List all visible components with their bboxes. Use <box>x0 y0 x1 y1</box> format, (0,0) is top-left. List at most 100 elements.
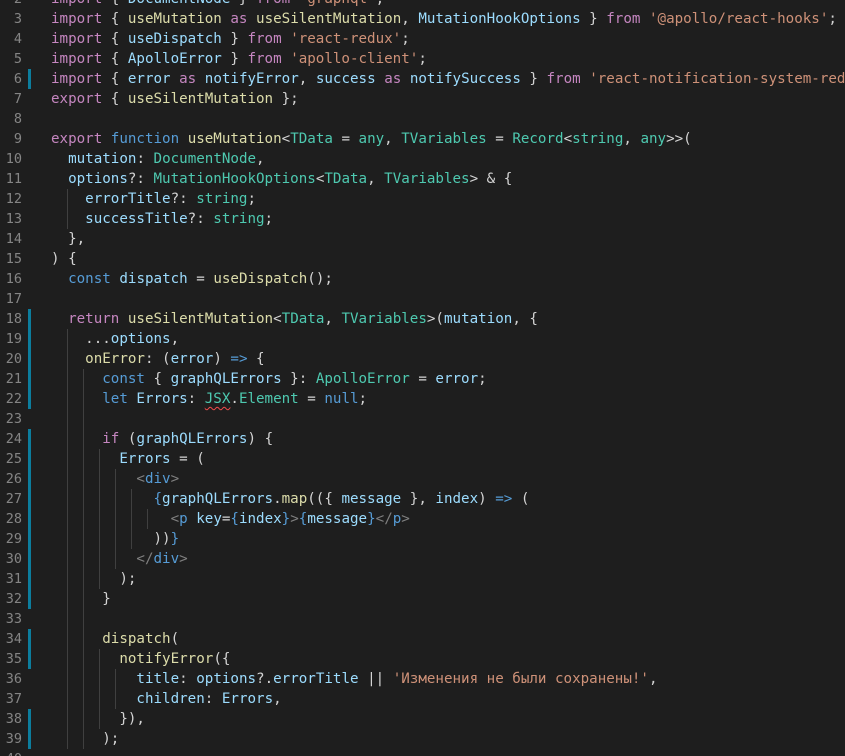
code-token: export <box>51 91 103 107</box>
modified-line-marker[interactable] <box>28 489 31 509</box>
modified-line-marker[interactable] <box>28 549 31 569</box>
modified-line-marker[interactable] <box>28 529 31 549</box>
code-text: errorTitle?: string; <box>51 189 256 209</box>
code-token: error <box>435 371 479 387</box>
modified-line-marker[interactable] <box>28 509 31 529</box>
code-line[interactable]: 12 errorTitle?: string; <box>0 189 845 209</box>
code-line[interactable]: 27 {graphQLErrors.map(({ message }, inde… <box>0 489 845 509</box>
line-number: 25 <box>5 451 22 467</box>
code-line[interactable]: 26 <div> <box>0 469 845 489</box>
code-line[interactable]: 11 options?: MutationHookOptions<TData, … <box>0 169 845 189</box>
code-line[interactable]: 6 import { error as notifyError, success … <box>0 69 845 89</box>
code-line[interactable]: 25 Errors = ( <box>0 449 845 469</box>
code-line[interactable]: 10 mutation: DocumentNode, <box>0 149 845 169</box>
code-token: } <box>580 11 607 27</box>
code-editor[interactable]: 2 import { DocumentNode } from 'graphql';… <box>0 0 845 756</box>
code-line[interactable]: 8 <box>0 109 845 129</box>
code-line[interactable]: 14 }, <box>0 229 845 249</box>
code-token: message <box>341 491 402 507</box>
code-token: { <box>102 11 128 27</box>
code-token: dispatch <box>102 631 171 647</box>
modified-line-marker[interactable] <box>28 389 31 409</box>
code-line[interactable]: 5 import { ApolloError } from 'apollo-cli… <box>0 49 845 69</box>
modified-line-marker[interactable] <box>28 329 31 349</box>
code-line[interactable]: 35 notifyError({ <box>0 649 845 669</box>
indent-guide <box>67 329 68 749</box>
modified-line-marker[interactable] <box>28 649 31 669</box>
code-token: = <box>486 131 513 147</box>
code-token: = <box>409 371 436 387</box>
modified-line-marker[interactable] <box>28 629 31 649</box>
modified-line-marker[interactable] <box>28 589 31 609</box>
code-line[interactable]: 34 dispatch( <box>0 629 845 649</box>
line-number: 31 <box>5 571 22 587</box>
code-token: DocumentNode <box>128 0 231 7</box>
code-token: ?. <box>256 671 274 687</box>
code-line[interactable]: 37 children: Errors, <box>0 689 845 709</box>
modified-line-marker[interactable] <box>28 69 31 89</box>
code-line[interactable]: 40 <box>0 749 845 756</box>
line-number: 34 <box>5 631 22 647</box>
code-token: TVariables <box>341 311 427 327</box>
code-line[interactable]: 30 </div> <box>0 549 845 569</box>
code-token: const <box>102 371 145 387</box>
code-line[interactable]: 32 } <box>0 589 845 609</box>
code-text: import { useDispatch } from 'react-redux… <box>51 29 410 49</box>
code-line[interactable]: 16 const dispatch = useDispatch(); <box>0 269 845 289</box>
code-line[interactable]: 4 import { useDispatch } from 'react-redu… <box>0 29 845 49</box>
code-line[interactable]: 20 onError: (error) => { <box>0 349 845 369</box>
line-number: 26 <box>5 471 22 487</box>
indent-guide <box>83 369 84 749</box>
code-line[interactable]: 23 <box>0 409 845 429</box>
code-line[interactable]: 24 if (graphQLErrors) { <box>0 429 845 449</box>
code-line[interactable]: 22 let Errors: JSX.Element = null; <box>0 389 845 409</box>
code-line[interactable]: 33 <box>0 609 845 629</box>
code-line[interactable]: 17 <box>0 289 845 309</box>
code-token: , { <box>512 311 538 327</box>
code-line[interactable]: 21 const { graphQLErrors }: ApolloError … <box>0 369 845 389</box>
modified-line-marker[interactable] <box>28 349 31 369</box>
code-line[interactable]: 38 }), <box>0 709 845 729</box>
code-token: TVariables <box>384 171 470 187</box>
modified-line-marker[interactable] <box>28 369 31 389</box>
code-line[interactable]: 9 export function useMutation<TData = any… <box>0 129 845 149</box>
modified-line-marker[interactable] <box>28 569 31 589</box>
indent-guide <box>99 649 100 729</box>
code-line[interactable]: 3 import { useMutation as useSilentMutati… <box>0 9 845 29</box>
modified-line-marker[interactable] <box>28 729 31 749</box>
code-token: )) <box>153 531 171 547</box>
line-number: 9 <box>13 131 22 147</box>
code-token: < <box>563 131 573 147</box>
code-line[interactable]: 36 title: options?.errorTitle || 'Измене… <box>0 669 845 689</box>
indent-guide <box>115 669 116 709</box>
code-line[interactable]: 29 ))} <box>0 529 845 549</box>
code-line[interactable]: 13 successTitle?: string; <box>0 209 845 229</box>
line-number: 11 <box>5 171 22 187</box>
modified-line-marker[interactable] <box>28 709 31 729</box>
code-line[interactable]: 18 return useSilentMutation<TData, TVari… <box>0 309 845 329</box>
code-line[interactable]: 28 <p key={index}>{message}</p> <box>0 509 845 529</box>
code-token: } <box>51 591 111 607</box>
modified-line-marker[interactable] <box>28 429 31 449</box>
code-line[interactable]: 15) { <box>0 249 845 269</box>
code-line[interactable]: 2 import { DocumentNode } from 'graphql'; <box>0 0 845 9</box>
code-line[interactable]: 39 ); <box>0 729 845 749</box>
code-text: ); <box>51 569 136 589</box>
code-token: graphQLErrors <box>170 371 282 387</box>
code-line[interactable]: 19 ...options, <box>0 329 845 349</box>
code-line[interactable]: 7 export { useSilentMutation }; <box>0 89 845 109</box>
code-token: any <box>358 131 385 147</box>
code-text: import { ApolloError } from 'apollo-clie… <box>51 49 427 69</box>
modified-line-marker[interactable] <box>28 469 31 489</box>
code-token: ; <box>418 51 427 67</box>
modified-line-marker[interactable] <box>28 449 31 469</box>
code-line[interactable]: 31 ); <box>0 569 845 589</box>
modified-line-marker[interactable] <box>28 309 31 329</box>
code-token: key <box>196 511 222 527</box>
code-text: ) { <box>51 249 77 269</box>
